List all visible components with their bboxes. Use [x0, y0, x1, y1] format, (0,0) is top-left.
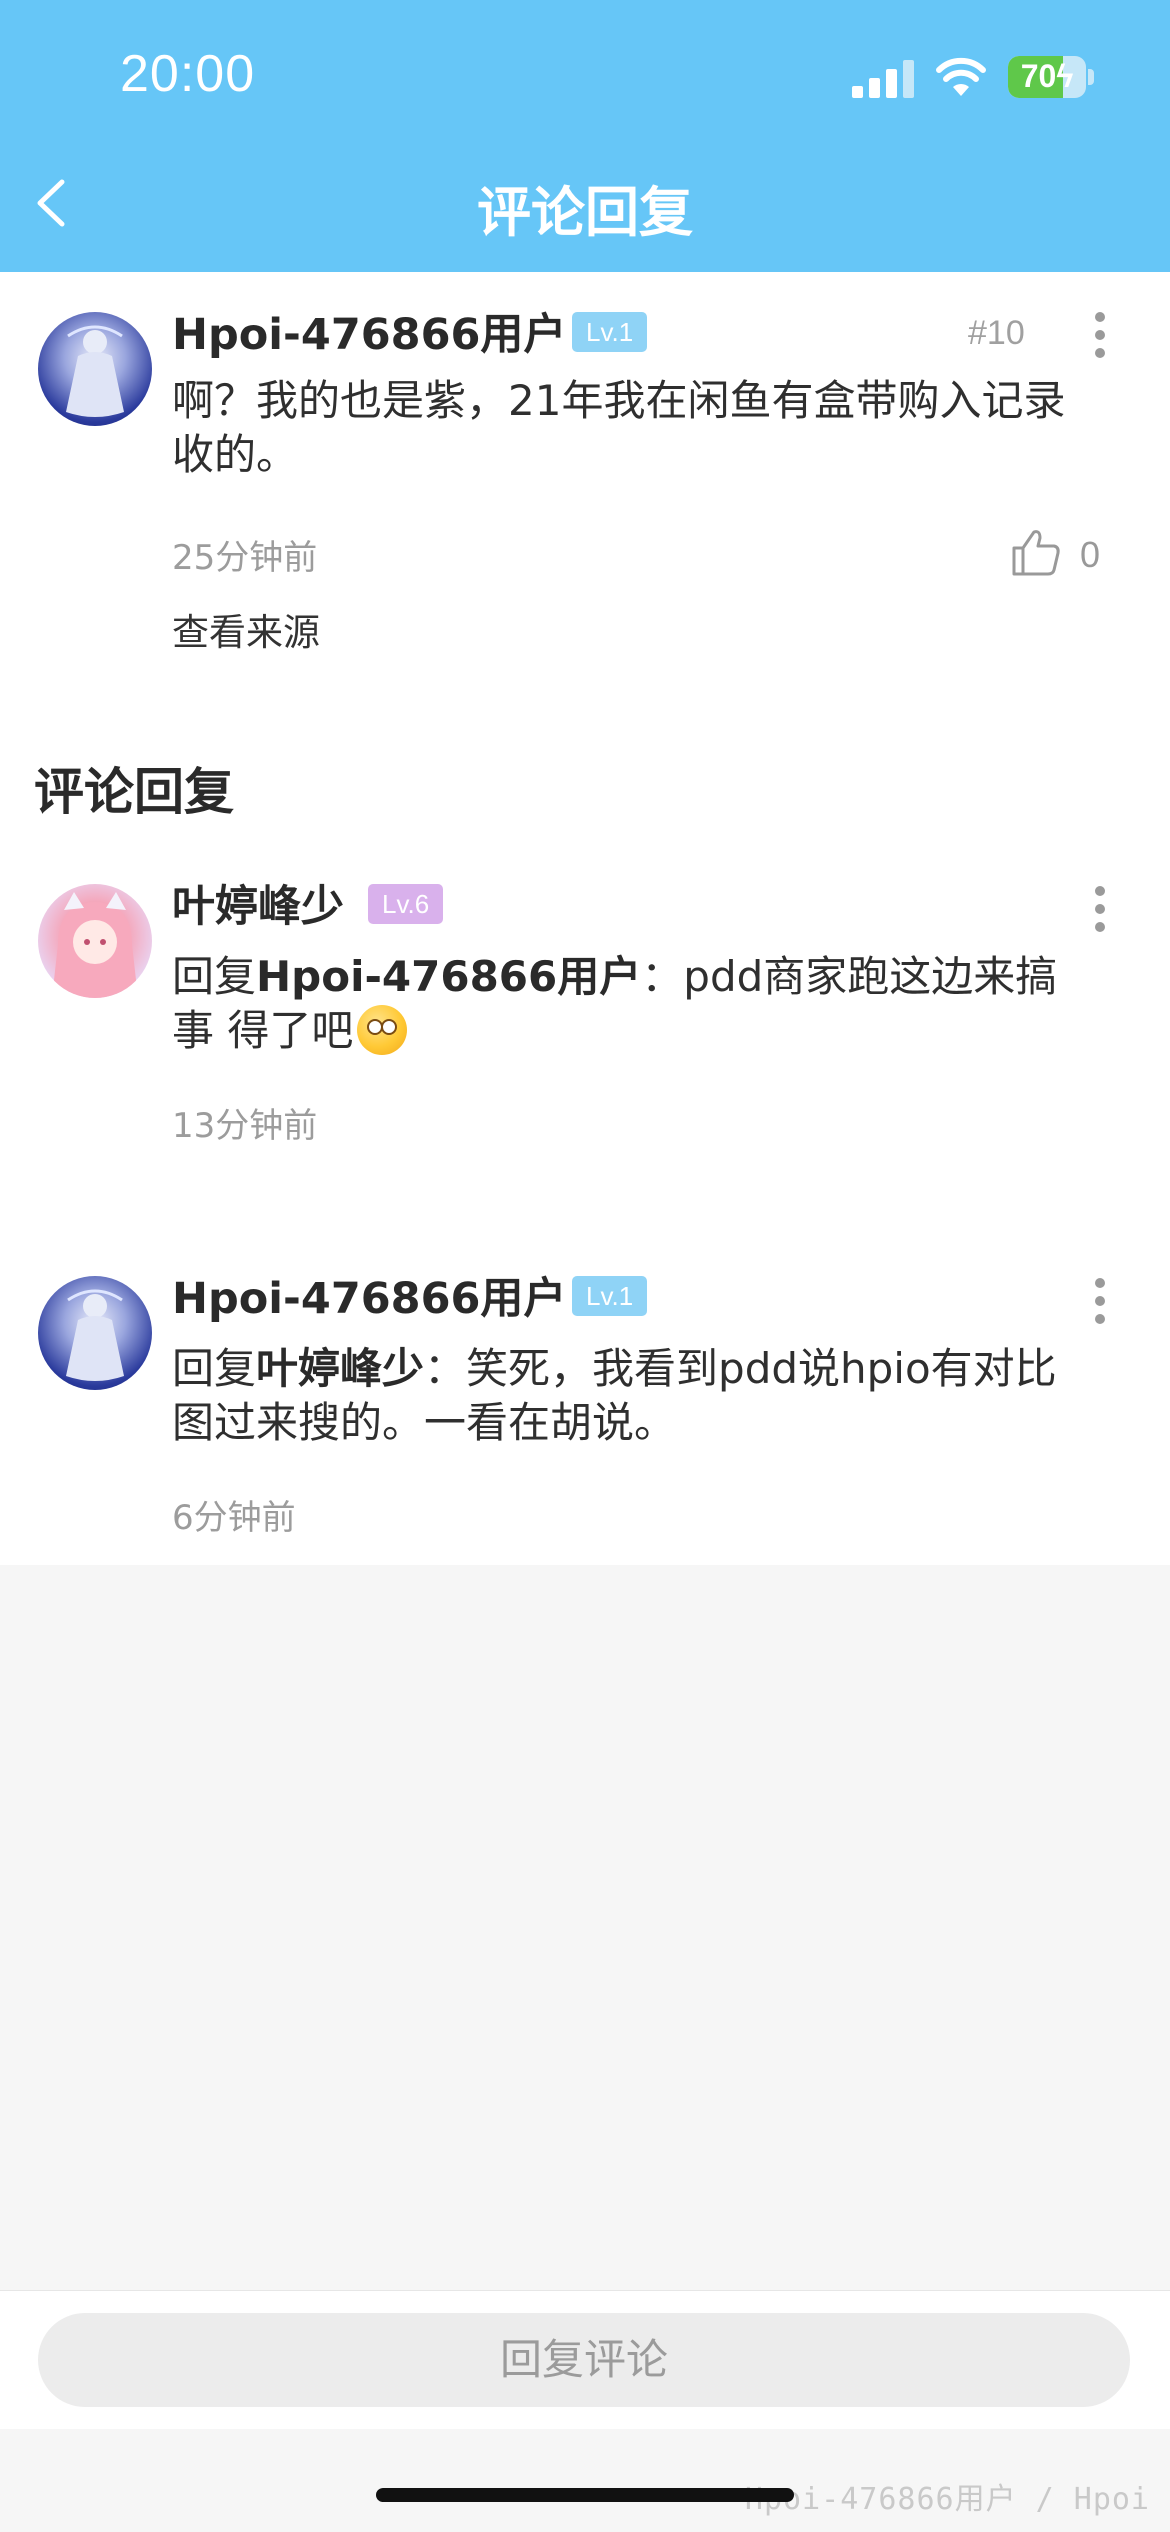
anime-girl-avatar-image	[52, 892, 138, 998]
battery-percent: 70	[1020, 58, 1057, 94]
figure-avatar-image	[66, 1289, 124, 1381]
wifi-icon	[936, 57, 986, 96]
home-indicator[interactable]	[376, 2488, 794, 2502]
section-title: 评论回复	[34, 763, 234, 821]
bottom-bar: 回复评论	[0, 2290, 1170, 2429]
floor-number: #10	[968, 314, 1025, 352]
reply-time: 6分钟前	[172, 1498, 296, 1538]
reply-text: 回复叶婷峰少：笑死，我看到pdd说hpio有对比图过来搜的。一看在胡说。	[172, 1342, 1072, 1450]
reply-target-user[interactable]: Hpoi-476866用户	[256, 952, 641, 1001]
comment-panel: Hpoi-476866用户 Lv.1 #10 啊？我的也是紫，21年我在闲鱼有盒…	[0, 272, 1170, 1565]
avatar[interactable]	[38, 312, 152, 426]
more-options-icon[interactable]	[1088, 1278, 1112, 1328]
level-badge: Lv.6	[368, 884, 444, 924]
thumbs-up-icon[interactable]	[1010, 526, 1062, 578]
charging-bolt-icon: ϟ	[1056, 58, 1074, 94]
reply-prefix: 回复	[172, 1344, 257, 1393]
status-time: 20:00	[120, 45, 256, 103]
reply-time: 13分钟前	[172, 1106, 318, 1146]
avatar[interactable]	[38, 884, 152, 998]
comment-username[interactable]: Hpoi-476866用户	[172, 300, 566, 362]
reply-comment-input[interactable]: 回复评论	[38, 2313, 1130, 2407]
battery-tip	[1088, 69, 1094, 85]
level-badge: Lv.1	[572, 1276, 648, 1316]
more-options-icon[interactable]	[1088, 886, 1112, 936]
comment-time: 25分钟前	[172, 538, 318, 578]
reply-text: 回复Hpoi-476866用户：pdd商家跑这边来搞事 得了吧	[172, 950, 1072, 1058]
top-bar: 20:00 70ϟ 评论回复	[0, 0, 1170, 272]
reply-username[interactable]: Hpoi-476866用户	[172, 1264, 566, 1326]
page-title: 评论回复	[477, 181, 693, 244]
more-options-icon[interactable]	[1088, 312, 1112, 362]
avatar[interactable]	[38, 1276, 152, 1390]
comment-text: 啊？我的也是紫，21年我在闲鱼有盒带购入记录收的。	[172, 376, 1066, 479]
watermark: Hpoi-476866用户 / Hpoi	[744, 2482, 1150, 2517]
view-source-link[interactable]: 查看来源	[172, 602, 320, 656]
cellular-signal-icon	[852, 60, 914, 98]
reply-prefix: 回复	[172, 952, 257, 1001]
reply-username[interactable]: 叶婷峰少	[172, 872, 344, 934]
like-count: 0	[1080, 534, 1101, 575]
battery-icon: 70ϟ	[1008, 56, 1086, 98]
eye-roll-emoji-icon	[357, 1005, 408, 1055]
figure-avatar-image	[66, 325, 124, 417]
reply-target-user[interactable]: 叶婷峰少	[256, 1344, 424, 1393]
level-badge: Lv.1	[572, 312, 648, 352]
reply-separator: ：	[424, 1344, 467, 1393]
reply-separator: ：	[641, 952, 684, 1001]
